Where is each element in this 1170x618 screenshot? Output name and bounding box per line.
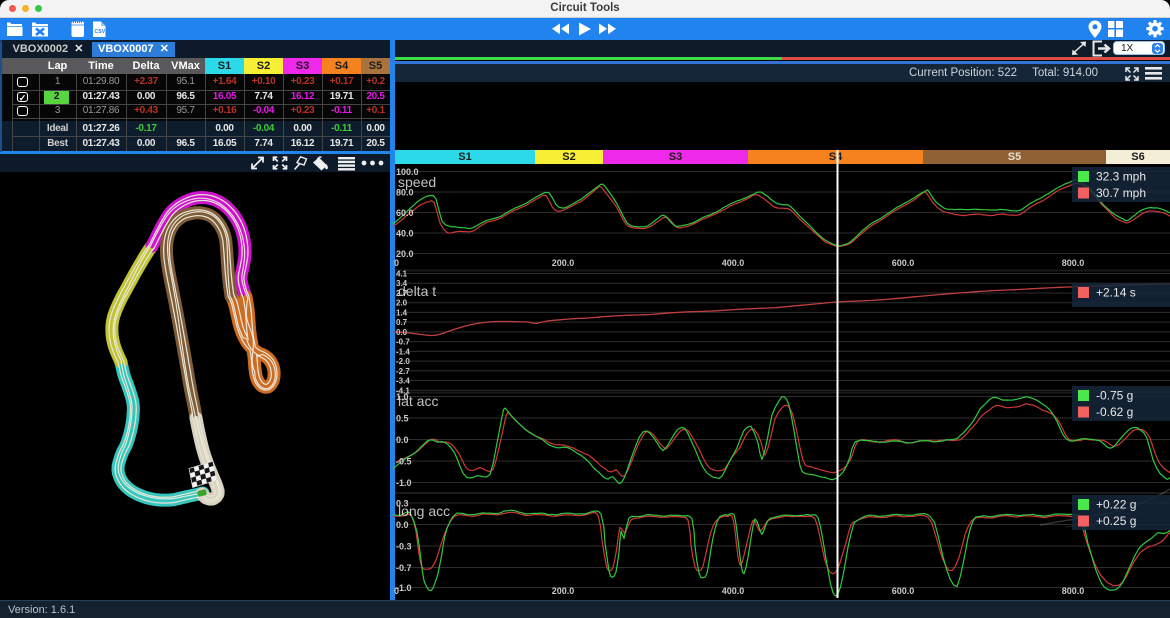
svg-text:-1.4: -1.4	[396, 347, 410, 356]
svg-text:0.0: 0.0	[396, 435, 409, 445]
svg-text:0.7: 0.7	[396, 318, 408, 327]
svg-text:2.0: 2.0	[396, 299, 408, 308]
svg-text:4.1: 4.1	[396, 270, 408, 279]
svg-text:-0.7: -0.7	[396, 338, 410, 347]
svg-text:long acc: long acc	[398, 503, 450, 519]
svg-text:32.3 mph: 32.3 mph	[1096, 170, 1146, 184]
svg-text:400.0: 400.0	[722, 586, 745, 596]
svg-text:+0.22 g: +0.22 g	[1096, 498, 1136, 512]
svg-text:-0.3: -0.3	[396, 542, 412, 552]
svg-text:-1.0: -1.0	[396, 478, 412, 488]
svg-text:30.7 mph: 30.7 mph	[1096, 186, 1146, 200]
svg-text:0: 0	[394, 586, 399, 596]
svg-text:-0.7: -0.7	[396, 563, 412, 573]
svg-text:40.0: 40.0	[396, 229, 414, 239]
svg-text:0.0: 0.0	[396, 328, 408, 337]
svg-text:+0.25 g: +0.25 g	[1096, 514, 1136, 528]
svg-text:-0.62 g: -0.62 g	[1096, 405, 1133, 419]
svg-text:600.0: 600.0	[892, 586, 915, 596]
svg-text:lat acc: lat acc	[398, 393, 438, 409]
svg-text:-0.75 g: -0.75 g	[1096, 389, 1133, 403]
svg-text:800.0: 800.0	[1062, 258, 1085, 268]
svg-text:0: 0	[394, 258, 399, 268]
svg-text:-0.5: -0.5	[396, 457, 412, 467]
svg-text:speed: speed	[398, 174, 436, 190]
svg-text:1.4: 1.4	[396, 308, 408, 317]
svg-text:800.0: 800.0	[1062, 586, 1085, 596]
svg-text:200.0: 200.0	[552, 258, 575, 268]
svg-text:delta t: delta t	[398, 283, 436, 299]
svg-text:0.0: 0.0	[396, 520, 409, 530]
svg-text:400.0: 400.0	[722, 258, 745, 268]
svg-text:60.0: 60.0	[396, 208, 414, 218]
svg-text:+2.14 s: +2.14 s	[1096, 286, 1136, 300]
svg-text:600.0: 600.0	[892, 258, 915, 268]
svg-text:0.5: 0.5	[396, 414, 409, 424]
svg-text:200.0: 200.0	[552, 586, 575, 596]
svg-text:-2.7: -2.7	[396, 367, 410, 376]
svg-text:-2.0: -2.0	[396, 357, 410, 366]
svg-text:-3.4: -3.4	[396, 377, 410, 386]
